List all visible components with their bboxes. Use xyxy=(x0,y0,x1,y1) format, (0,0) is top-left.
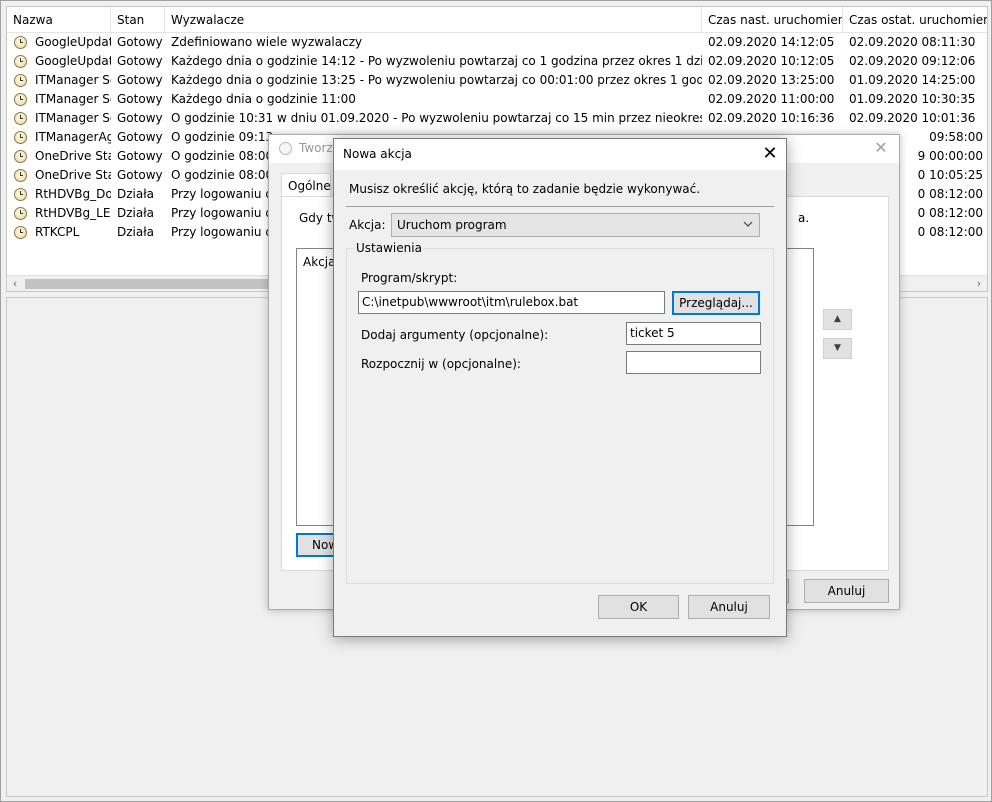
create-task-cancel-button[interactable]: Anuluj xyxy=(804,579,889,603)
actions-column-header: Akcja xyxy=(303,255,336,269)
arguments-label: Dodaj argumenty (opcjonalne): xyxy=(361,328,549,342)
move-up-button[interactable]: ▲ xyxy=(823,309,852,330)
clock-icon xyxy=(14,226,27,239)
cell-status: Gotowy xyxy=(117,130,163,144)
cell-next-run: 02.09.2020 13:25:00 xyxy=(708,73,835,87)
close-icon[interactable]: ✕ xyxy=(871,138,891,158)
column-header-name[interactable]: Nazwa xyxy=(7,7,111,33)
cell-trigger: Każdego dnia o godzinie 14:12 - Po wyzwo… xyxy=(171,54,702,68)
column-header-triggers[interactable]: Wyzwalacze xyxy=(165,7,702,33)
close-icon[interactable]: ✕ xyxy=(754,139,786,170)
cell-name: ITManager Se... xyxy=(35,92,111,106)
action-select[interactable]: Uruchom program xyxy=(391,213,760,237)
column-header-status[interactable]: Stan xyxy=(111,7,165,33)
scroll-left-icon[interactable]: ‹ xyxy=(7,276,23,291)
column-header-next-run[interactable]: Czas nast. uruchomienia xyxy=(702,7,843,33)
cell-name: RTKCPL xyxy=(35,225,80,239)
new-action-dialog: Nowa akcja ✕ Musisz określić akcję, któr… xyxy=(333,138,787,637)
clock-icon xyxy=(14,36,27,49)
table-row[interactable]: GoogleUpdat... Gotowy Każdego dnia o godzi… xyxy=(7,52,987,71)
cell-last-run: 02.09.2020 09:12:06 xyxy=(849,54,976,68)
action-label: Akcja: xyxy=(349,218,386,232)
ok-button[interactable]: OK xyxy=(598,595,679,619)
program-input[interactable]: C:\inetpub\wwwroot\itm\rulebox.bat xyxy=(358,291,665,314)
start-in-input[interactable] xyxy=(626,351,761,374)
cell-name: RtHDVBg_LE... xyxy=(35,206,111,220)
dialog-title: Nowa akcja xyxy=(343,147,412,161)
cell-name: OneDrive Sta... xyxy=(35,149,111,163)
cell-last-run: 02.09.2020 08:11:30 xyxy=(849,35,976,49)
cell-status: Gotowy xyxy=(117,168,163,182)
list-header: Nazwa Stan Wyzwalacze Czas nast. uruchom… xyxy=(7,7,987,33)
table-row[interactable]: ITManager Se... Gotowy Każdego dnia o godz… xyxy=(7,71,987,90)
cell-status: Gotowy xyxy=(117,111,163,125)
cell-trigger: O godzinie 10:31 w dniu 01.09.2020 - Po … xyxy=(171,111,702,125)
action-select-value: Uruchom program xyxy=(397,218,507,232)
table-row[interactable]: ITManager Se... Gotowy Każdego dnia o godz… xyxy=(7,90,987,109)
new-action-titlebar: Nowa akcja ✕ xyxy=(334,139,786,170)
cell-trigger: Każdego dnia o godzinie 11:00 xyxy=(171,92,356,106)
cell-status: Gotowy xyxy=(117,54,163,68)
settings-legend: Ustawienia xyxy=(354,241,424,255)
arguments-input[interactable]: ticket 5 xyxy=(626,322,761,345)
clock-icon xyxy=(14,188,27,201)
clock-icon xyxy=(14,93,27,106)
cancel-button[interactable]: Anuluj xyxy=(688,595,770,619)
chevron-down-icon xyxy=(741,214,755,236)
cell-next-run: 02.09.2020 14:12:05 xyxy=(708,35,835,49)
table-row[interactable]: ITManager Se... Gotowy O godzinie 10:31 w … xyxy=(7,109,987,128)
cell-last-run: 02.09.2020 10:01:36 xyxy=(849,111,976,125)
cell-status: Gotowy xyxy=(117,73,163,87)
clock-icon xyxy=(14,169,27,182)
clock-icon xyxy=(14,112,27,125)
table-row[interactable]: GoogleUpdat... Gotowy Zdefiniowano wiele w… xyxy=(7,33,987,52)
actions-description-tail: a. xyxy=(798,211,810,225)
cell-last-run: 01.09.2020 10:30:35 xyxy=(849,92,976,106)
cell-name: RtHDVBg_Do... xyxy=(35,187,111,201)
scroll-right-icon[interactable]: › xyxy=(971,276,987,291)
cell-name: GoogleUpdat... xyxy=(35,54,111,68)
cell-last-run: 01.09.2020 14:25:00 xyxy=(849,73,976,87)
cell-next-run: 02.09.2020 10:12:05 xyxy=(708,54,835,68)
cell-status: Działa xyxy=(117,187,154,201)
cell-next-run: 02.09.2020 10:16:36 xyxy=(708,111,835,125)
cell-name: ITManager Se... xyxy=(35,111,111,125)
divider xyxy=(346,206,774,207)
program-label: Program/skrypt: xyxy=(361,271,458,285)
cell-trigger: Zdefiniowano wiele wyzwalaczy xyxy=(171,35,363,49)
cell-status: Gotowy xyxy=(117,92,163,106)
tab-general[interactable]: Ogólne xyxy=(281,173,331,197)
cell-status: Działa xyxy=(117,206,154,220)
clock-icon xyxy=(279,142,292,155)
column-header-last-run[interactable]: Czas ostat. uruchomienia xyxy=(843,7,987,33)
cell-status: Gotowy xyxy=(117,149,163,163)
task-scheduler-window: Nazwa Stan Wyzwalacze Czas nast. uruchom… xyxy=(0,0,992,802)
browse-button[interactable]: Przeglądaj... xyxy=(672,291,760,315)
cell-name: ITManagerAg... xyxy=(35,130,111,144)
move-down-button[interactable]: ▼ xyxy=(823,338,852,359)
cell-status: Działa xyxy=(117,225,154,239)
clock-icon xyxy=(14,207,27,220)
cell-trigger: Każdego dnia o godzinie 13:25 - Po wyzwo… xyxy=(171,73,702,87)
clock-icon xyxy=(14,131,27,144)
cell-next-run: 02.09.2020 11:00:00 xyxy=(708,92,835,106)
cell-name: OneDrive Sta... xyxy=(35,168,111,182)
dialog-intro: Musisz określić akcję, którą to zadanie … xyxy=(349,182,701,196)
start-in-label: Rozpocznij w (opcjonalne): xyxy=(361,357,521,371)
cell-status: Gotowy xyxy=(117,35,163,49)
cell-name: GoogleUpdat... xyxy=(35,35,111,49)
cell-name: ITManager Se... xyxy=(35,73,111,87)
clock-icon xyxy=(14,55,27,68)
clock-icon xyxy=(14,74,27,87)
clock-icon xyxy=(14,150,27,163)
